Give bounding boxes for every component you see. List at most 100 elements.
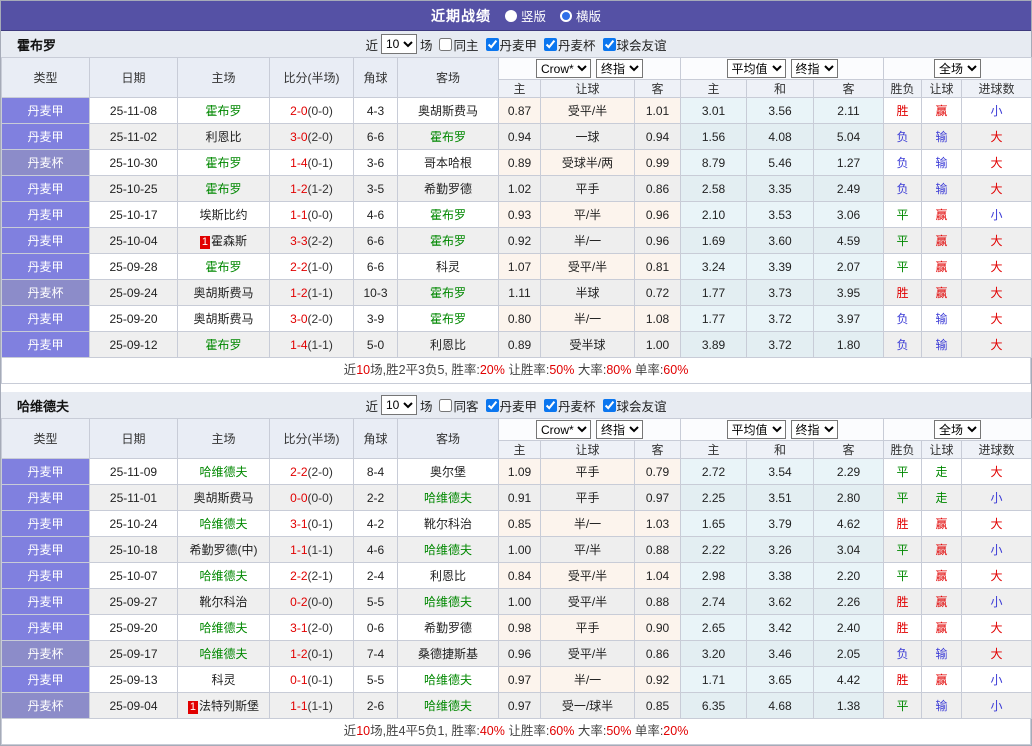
handicap-line: 平/半 <box>540 536 635 563</box>
result-outcome: 胜 <box>883 588 923 615</box>
full-time-score: 0-1 <box>290 672 308 687</box>
home-team: 靴尔科治 <box>177 588 270 615</box>
league-type-badge: 丹麦甲 <box>1 510 90 537</box>
average-select[interactable]: 平均值 <box>726 420 786 439</box>
match-score: 1-2(1-1) <box>269 279 354 306</box>
radio-unselected-icon[interactable] <box>560 9 572 22</box>
goals-outcome: 大 <box>961 640 1032 667</box>
corner-score: 4-6 <box>353 201 398 228</box>
page-container: 近期战绩 竖版 横版 霍布罗 近 10 场 同主 丹麦甲 丹麦杯 球会友谊 类型… <box>0 0 1032 746</box>
half-time-score: (2-0) <box>307 464 333 479</box>
handicap-line: 平/半 <box>540 201 635 228</box>
summary-over-rate: 80% <box>606 363 632 377</box>
league-label-3: 球会友谊 <box>616 38 667 53</box>
avg-odds-home: 3.20 <box>680 640 747 667</box>
section-team-name: 霍布罗 <box>17 37 57 53</box>
match-date: 25-09-20 <box>89 614 178 641</box>
result-outcome: 平 <box>883 484 923 511</box>
handicap-odds-home: 0.98 <box>498 614 541 641</box>
match-count-select[interactable]: 10 <box>380 34 417 54</box>
avg-odds-home: 1.77 <box>680 305 747 332</box>
avg-odds-home: 1.71 <box>680 666 747 693</box>
header-row-top: 类型 日期 主场 比分(半场) 角球 客场 Crow* 终指 平均值 终指 全场 <box>1 418 1032 459</box>
league-type-badge: 丹麦甲 <box>1 331 90 358</box>
fulltime-select[interactable]: 全场 <box>934 420 982 439</box>
league-label: 丹麦甲 <box>27 543 64 557</box>
away-team: 哈维德夫 <box>397 484 499 511</box>
match-date: 25-11-01 <box>89 484 178 511</box>
match-count-select[interactable]: 10 <box>380 395 417 415</box>
away-team-name: 奥尔堡 <box>429 465 466 479</box>
bookmaker-select[interactable]: Crow* <box>536 59 591 78</box>
corner-score: 6-6 <box>353 227 398 254</box>
odds-stage-select[interactable]: 终指 <box>596 59 643 78</box>
away-team: 霍布罗 <box>397 201 499 228</box>
league-checkbox-1[interactable] <box>485 398 499 412</box>
league-type-badge: 丹麦甲 <box>1 227 90 254</box>
league-checkbox-2[interactable] <box>544 37 558 51</box>
away-team: 利恩比 <box>397 331 499 358</box>
avg-odds-draw: 3.35 <box>746 175 814 202</box>
avg-odds-home: 2.10 <box>680 201 747 228</box>
league-checkbox-3[interactable] <box>602 37 616 51</box>
home-team-name: 哈维德夫 <box>199 465 248 479</box>
league-checkbox-1[interactable] <box>485 37 499 51</box>
league-label: 丹麦甲 <box>27 182 64 196</box>
match-score: 1-2(1-2) <box>269 175 354 202</box>
bookmaker-select[interactable]: Crow* <box>536 420 591 439</box>
match-date: 25-09-17 <box>89 640 178 667</box>
league-type-badge: 丹麦甲 <box>1 614 90 641</box>
section-team-name: 哈维德夫 <box>17 398 70 414</box>
league-checkbox-3[interactable] <box>602 398 616 412</box>
half-time-score: (0-1) <box>307 672 333 687</box>
same-venue-checkbox[interactable] <box>439 37 453 51</box>
avg-odds-away: 2.29 <box>812 458 885 485</box>
match-row: 丹麦甲 25-10-07 哈维德夫 2-2(2-1) 2-4 利恩比 0.84 受平/半 1.0… <box>1 562 1032 589</box>
title-bar: 近期战绩 竖版 横版 <box>1 1 1031 31</box>
avg-odds-away: 5.04 <box>812 123 885 150</box>
fulltime-select[interactable]: 全场 <box>934 59 982 78</box>
full-time-score: 1-4 <box>290 155 308 170</box>
away-team: 靴尔科治 <box>397 510 499 537</box>
avg-odds-away: 1.27 <box>812 149 885 176</box>
match-date: 25-10-24 <box>89 510 178 537</box>
league-checkbox-2[interactable] <box>544 398 558 412</box>
summary-handicap-label: 让胜率: <box>504 363 550 377</box>
filter-controls: 近 10 场 同客 丹麦甲 丹麦杯 球会友谊 <box>365 395 667 415</box>
handicap-odds-away: 0.99 <box>634 149 681 176</box>
radio-selected-icon[interactable] <box>504 9 517 22</box>
away-team: 奥尔堡 <box>397 458 499 485</box>
league-type-badge: 丹麦甲 <box>1 588 90 615</box>
match-row: 丹麦甲 25-11-09 哈维德夫 2-2(2-0) 8-4 奥尔堡 1.09 平手 0.79 2… <box>1 458 1032 485</box>
col-header-home: 主场 <box>177 57 270 98</box>
handicap-odds-home: 0.89 <box>498 331 541 358</box>
handicap-odds-home: 0.89 <box>498 149 541 176</box>
sub-header-goals: 进球数 <box>961 79 1032 98</box>
avg-odds-draw: 3.39 <box>746 253 814 280</box>
horizontal-layout-radio[interactable]: 横版 <box>560 6 601 25</box>
corner-score: 3-9 <box>353 305 398 332</box>
same-venue-checkbox[interactable] <box>439 398 453 412</box>
away-team: 希勤罗德 <box>397 175 499 202</box>
league-label: 丹麦甲 <box>27 208 64 222</box>
home-team-name: 哈维德夫 <box>199 621 248 635</box>
vertical-layout-radio[interactable]: 竖版 <box>504 6 546 25</box>
league-type-badge: 丹麦杯 <box>1 149 90 176</box>
average-select[interactable]: 平均值 <box>726 59 786 78</box>
away-team-name: 利恩比 <box>429 569 466 583</box>
average-stage-select[interactable]: 终指 <box>790 59 838 78</box>
league-label: 丹麦甲 <box>27 234 64 248</box>
result-outcome: 胜 <box>883 666 923 693</box>
away-team: 哈维德夫 <box>397 588 499 615</box>
average-stage-select[interactable]: 终指 <box>790 420 838 439</box>
goals-outcome: 小 <box>961 536 1032 563</box>
home-team-name: 科灵 <box>211 673 236 687</box>
league-label: 丹麦甲 <box>27 104 64 118</box>
match-date: 25-09-12 <box>89 331 178 358</box>
col-header-type: 类型 <box>1 57 90 98</box>
match-row: 丹麦甲 25-11-08 霍布罗 2-0(0-0) 4-3 奥胡斯费马 0.87 受平/半 1.… <box>1 97 1032 124</box>
avg-odds-draw: 3.72 <box>746 331 814 358</box>
odds-stage-select[interactable]: 终指 <box>596 420 643 439</box>
half-time-score: (0-1) <box>307 516 333 531</box>
col-header-score: 比分(半场) <box>269 418 354 459</box>
